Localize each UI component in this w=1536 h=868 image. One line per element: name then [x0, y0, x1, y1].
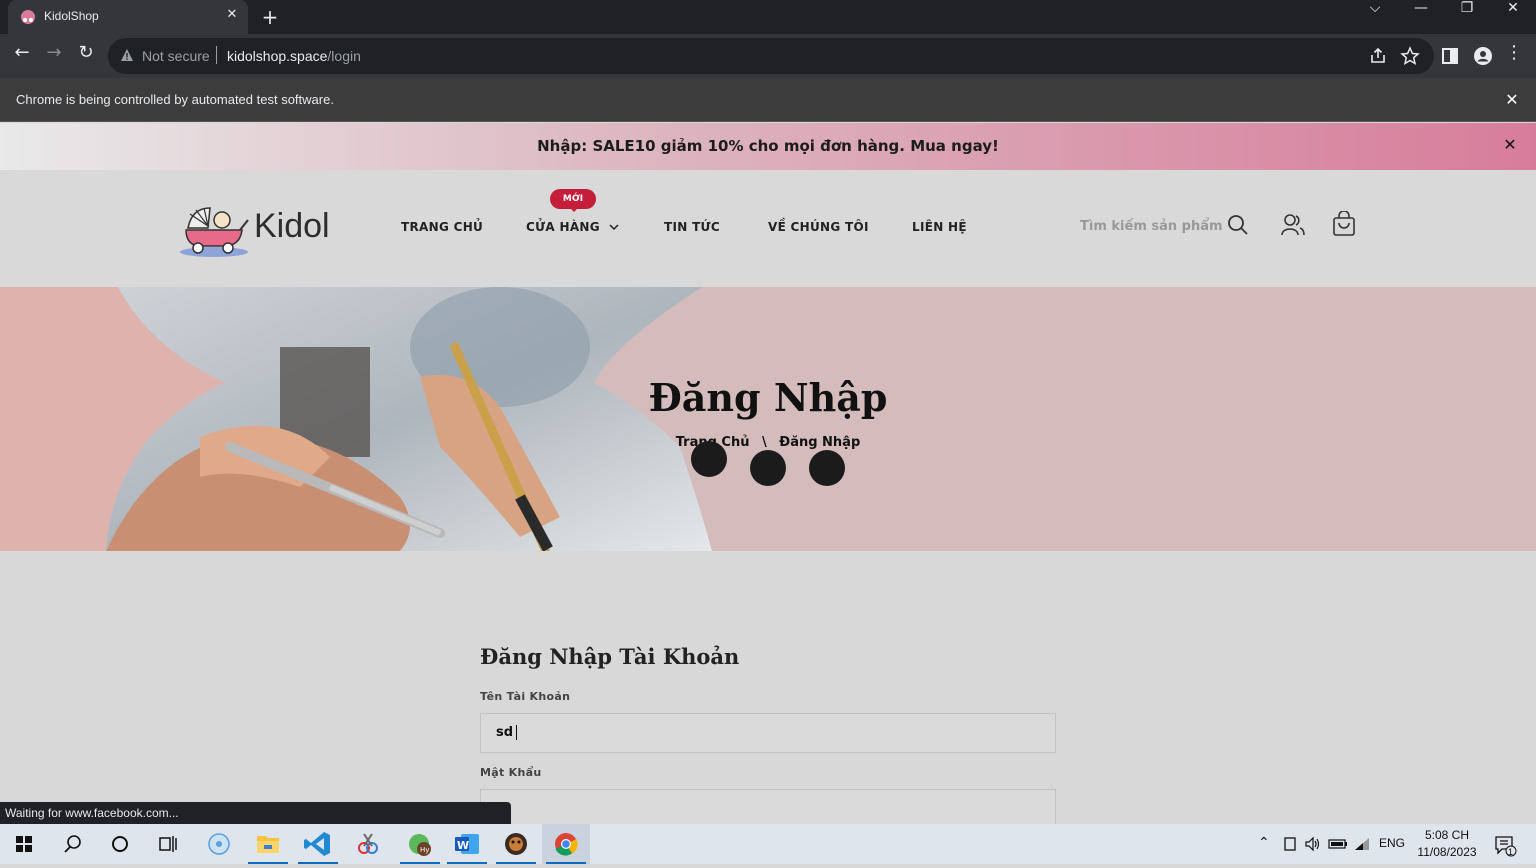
page-title: Đăng Nhập: [648, 375, 888, 420]
browser-tab[interactable]: KidolShop ✕: [8, 0, 248, 34]
nav-tin-tuc[interactable]: TIN TỨC: [664, 220, 720, 234]
restore-button[interactable]: ❐: [1444, 0, 1490, 32]
search-input[interactable]: Tìm kiếm sản phẩm: [1080, 219, 1223, 234]
side-panel-icon[interactable]: [1440, 46, 1460, 66]
hy-app-icon: Hy: [409, 834, 431, 856]
chrome-icon: [555, 833, 578, 856]
automation-infobar: Chrome is being controlled by automated …: [0, 78, 1536, 122]
password-input[interactable]: [480, 789, 1056, 824]
account-icon[interactable]: [1280, 212, 1306, 238]
clock-time: 5:08 CH: [1424, 828, 1470, 842]
chevron-down-icon[interactable]: [609, 223, 619, 231]
breadcrumb-separator: \: [762, 435, 767, 450]
word-icon: W: [455, 834, 479, 854]
vscode-icon: [304, 832, 330, 856]
status-bubble: Waiting for www.facebook.com...: [0, 802, 511, 824]
site-header: Kidol TRANG CHỦ MỚI CỬA HÀNG TIN TỨC VỀ …: [0, 170, 1536, 287]
logo-text: Kidol: [254, 207, 330, 245]
tray-chevron-up-icon[interactable]: ⌃: [1258, 834, 1270, 851]
url-domain: kidolshop.space: [227, 48, 328, 64]
close-window-button[interactable]: ✕: [1490, 0, 1536, 32]
nav-trang-chu[interactable]: TRANG CHỦ: [401, 220, 483, 234]
snipping-tool-icon[interactable]: [344, 824, 392, 864]
infobar-text: Chrome is being controlled by automated …: [16, 92, 334, 107]
search-icon[interactable]: [1227, 214, 1249, 236]
taskbar: Hy W ⌃ ENG 5:08 CH 11/08/2023 1: [0, 824, 1536, 864]
share-icon[interactable]: [1368, 46, 1388, 66]
promo-close-icon[interactable]: ✕: [1500, 135, 1520, 155]
nav-cua-hang[interactable]: CỬA HÀNG: [526, 220, 600, 234]
infobar-close-icon[interactable]: ✕: [1502, 90, 1522, 110]
stroller-logo-icon: [180, 207, 249, 257]
nav-lien-he[interactable]: LIÊN HỆ: [912, 220, 967, 234]
wifi-icon[interactable]: [1353, 836, 1371, 852]
tab-search-icon[interactable]: ⌵: [1352, 0, 1398, 32]
tab-close-icon[interactable]: ✕: [224, 7, 240, 23]
warning-icon: [121, 49, 133, 61]
kidol-favicon-icon: [21, 10, 35, 24]
notification-count: 1: [1508, 847, 1514, 857]
username-label: Tên Tài Khoản: [480, 690, 571, 703]
url-text: kidolshop.space/login: [227, 48, 361, 64]
file-explorer-icon: [257, 836, 279, 853]
taskbar-word[interactable]: W: [443, 824, 491, 864]
language-indicator[interactable]: ENG: [1379, 836, 1405, 850]
status-text: Waiting for www.facebook.com...: [5, 806, 179, 820]
clock[interactable]: 5:08 CH 11/08/2023: [1412, 827, 1482, 861]
back-icon[interactable]: ←: [8, 42, 36, 70]
forward-icon[interactable]: →: [40, 42, 68, 70]
page-hero: Đăng Nhập Trang Chủ \ Đăng Nhập: [0, 287, 1536, 551]
url-separator: [216, 46, 217, 64]
new-badge: MỚI: [550, 189, 596, 212]
breadcrumb-current: Đăng Nhập: [779, 435, 861, 450]
svg-text:Hy: Hy: [420, 846, 429, 854]
svg-text:W: W: [457, 839, 469, 852]
taskbar-hy-app[interactable]: Hy: [396, 824, 444, 864]
cart-icon[interactable]: [1331, 211, 1357, 237]
not-secure-label: Not secure: [142, 48, 210, 64]
game-app-icon: [505, 833, 527, 855]
loading-dot: [691, 441, 727, 477]
tab-title: KidolShop: [44, 9, 99, 23]
password-label: Mật Khẩu: [480, 766, 542, 779]
app-circle-icon[interactable]: [195, 824, 243, 864]
login-form-title: Đăng Nhập Tài Khoản: [480, 644, 740, 669]
web-page: Nhập: SALE10 giảm 10% cho mọi đơn hàng. …: [0, 123, 1536, 824]
taskbar-game-app[interactable]: [492, 824, 540, 864]
taskbar-file-explorer[interactable]: [244, 824, 292, 864]
tab-strip: KidolShop ✕ + ⌵ — ❐ ✕: [0, 0, 1536, 34]
volume-icon[interactable]: [1304, 836, 1322, 852]
menu-kebab-icon[interactable]: ⋮: [1500, 42, 1528, 70]
reload-icon[interactable]: ↻: [72, 42, 100, 70]
address-bar[interactable]: Not secure kidolshop.space/login: [108, 38, 1434, 74]
profile-icon[interactable]: [1473, 46, 1493, 66]
loading-dot: [809, 450, 845, 486]
minimize-button[interactable]: —: [1398, 0, 1444, 32]
battery-icon[interactable]: [1328, 837, 1348, 851]
loading-dot: [750, 450, 786, 486]
breadcrumb: Trang Chủ \ Đăng Nhập: [0, 435, 1536, 450]
notification-icon[interactable]: [1494, 835, 1518, 857]
new-tab-button[interactable]: +: [258, 6, 282, 28]
taskbar-chrome[interactable]: [542, 824, 590, 864]
taskbar-vscode[interactable]: [294, 824, 342, 864]
username-value: sd: [496, 725, 514, 740]
browser-toolbar: ← → ↻ Not secure kidolshop.space/login ⋮: [0, 34, 1536, 78]
nav-ve-chung-toi[interactable]: VỀ CHÚNG TÔI: [768, 220, 869, 234]
bookmark-star-icon[interactable]: [1400, 46, 1420, 66]
site-logo[interactable]: Kidol: [178, 202, 348, 258]
text-caret: [516, 725, 517, 740]
windows-start-icon[interactable]: [0, 824, 48, 864]
clock-date: 11/08/2023: [1417, 845, 1477, 859]
search-icon[interactable]: [48, 824, 96, 864]
promo-text[interactable]: Nhập: SALE10 giảm 10% cho mọi đơn hàng. …: [0, 137, 1536, 155]
task-view-icon[interactable]: [144, 824, 192, 864]
url-path: /login: [327, 48, 361, 64]
tablet-icon[interactable]: [1282, 836, 1298, 852]
cortana-icon[interactable]: [96, 824, 144, 864]
username-input[interactable]: sd: [480, 713, 1056, 753]
promo-banner: Nhập: SALE10 giảm 10% cho mọi đơn hàng. …: [0, 123, 1536, 170]
